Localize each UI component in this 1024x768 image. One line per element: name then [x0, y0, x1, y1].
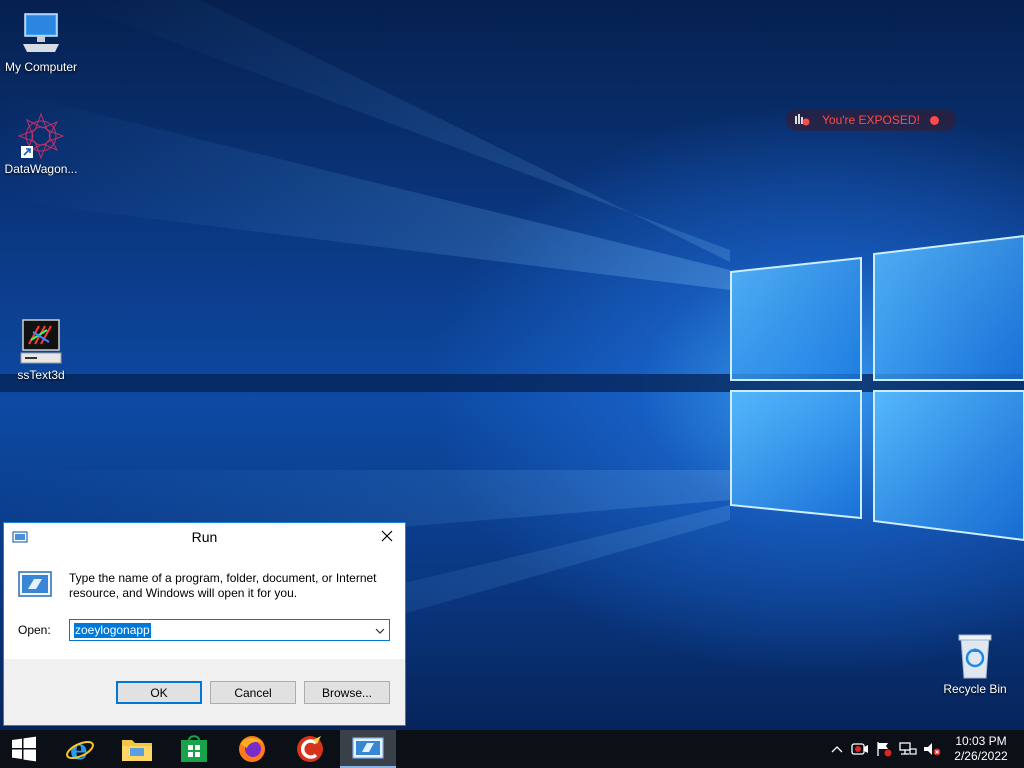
taskbar-microsoft-store[interactable]	[166, 730, 222, 768]
system-tray	[826, 730, 944, 768]
start-button[interactable]	[0, 730, 48, 768]
run-dialog-titlebar[interactable]: Run	[4, 523, 405, 551]
taskbar-file-explorer[interactable]	[109, 730, 165, 768]
chevron-down-icon[interactable]	[375, 625, 385, 639]
close-icon	[381, 530, 393, 542]
firefox-icon	[239, 736, 265, 762]
recycle-bin-icon	[951, 632, 999, 680]
windows-start-icon	[12, 736, 36, 762]
chevron-up-icon[interactable]	[826, 745, 848, 753]
datawagon-icon	[17, 112, 65, 160]
recorder-icon[interactable]	[848, 742, 872, 756]
desktop-icon-recycle-bin[interactable]: Recycle Bin	[934, 632, 1016, 696]
microsoft-store-icon	[181, 735, 207, 762]
run-program-icon	[18, 571, 52, 600]
open-label: Open:	[18, 623, 51, 637]
taskbar-ccleaner[interactable]	[282, 730, 338, 768]
volume-muted-icon[interactable]	[920, 741, 944, 757]
run-dialog-description: Type the name of a program, folder, docu…	[69, 571, 377, 600]
ccleaner-icon	[297, 736, 323, 762]
exposed-warning-widget[interactable]: You're EXPOSED!	[786, 109, 956, 131]
open-input-value[interactable]: zoeylogonapp	[74, 622, 151, 638]
clock-time: 10:03 PM	[955, 734, 1007, 748]
desktop-icon-label: My Computer	[4, 60, 78, 74]
flag-icon[interactable]	[872, 741, 896, 757]
desktop-icon-datawagon[interactable]: DataWagon...	[0, 112, 82, 176]
run-dialog-title: Run	[191, 529, 218, 545]
screensaver-icon	[17, 318, 65, 366]
run-dialog: Run Type the name of a program, folder, …	[3, 522, 406, 726]
desktop-icon-sstext3d[interactable]: ssText3d	[0, 318, 82, 382]
clock-date: 2/26/2022	[954, 749, 1008, 763]
desktop-icon-label: Recycle Bin	[943, 682, 1007, 696]
svg-text:e: e	[70, 734, 88, 764]
taskbar-firefox[interactable]	[224, 730, 280, 768]
desktop-icon-label: DataWagon...	[4, 162, 78, 176]
close-button[interactable]	[369, 523, 405, 549]
desktop-icon-my-computer[interactable]: My Computer	[0, 10, 82, 74]
file-explorer-icon	[122, 740, 152, 761]
desktop-icon-label: ssText3d	[17, 368, 65, 382]
browse-button[interactable]: Browse...	[304, 681, 390, 704]
taskbar: e 10:03 PM 2/26/2022	[0, 730, 1024, 768]
run-icon	[352, 737, 384, 759]
taskbar-clock[interactable]: 10:03 PM 2/26/2022	[944, 734, 1018, 764]
taskbar-internet-explorer[interactable]: e	[52, 730, 108, 768]
internet-explorer-icon: e	[66, 734, 94, 764]
exposed-text: You're EXPOSED!	[822, 113, 920, 127]
ok-button[interactable]: OK	[116, 681, 202, 704]
status-dot	[929, 115, 939, 125]
open-combobox[interactable]: zoeylogonapp	[69, 619, 390, 641]
cancel-button[interactable]: Cancel	[210, 681, 296, 704]
vpn-shield-icon	[794, 112, 810, 129]
taskbar-run-dialog[interactable]	[340, 730, 396, 768]
computer-icon	[17, 10, 65, 58]
network-icon[interactable]	[896, 741, 920, 757]
